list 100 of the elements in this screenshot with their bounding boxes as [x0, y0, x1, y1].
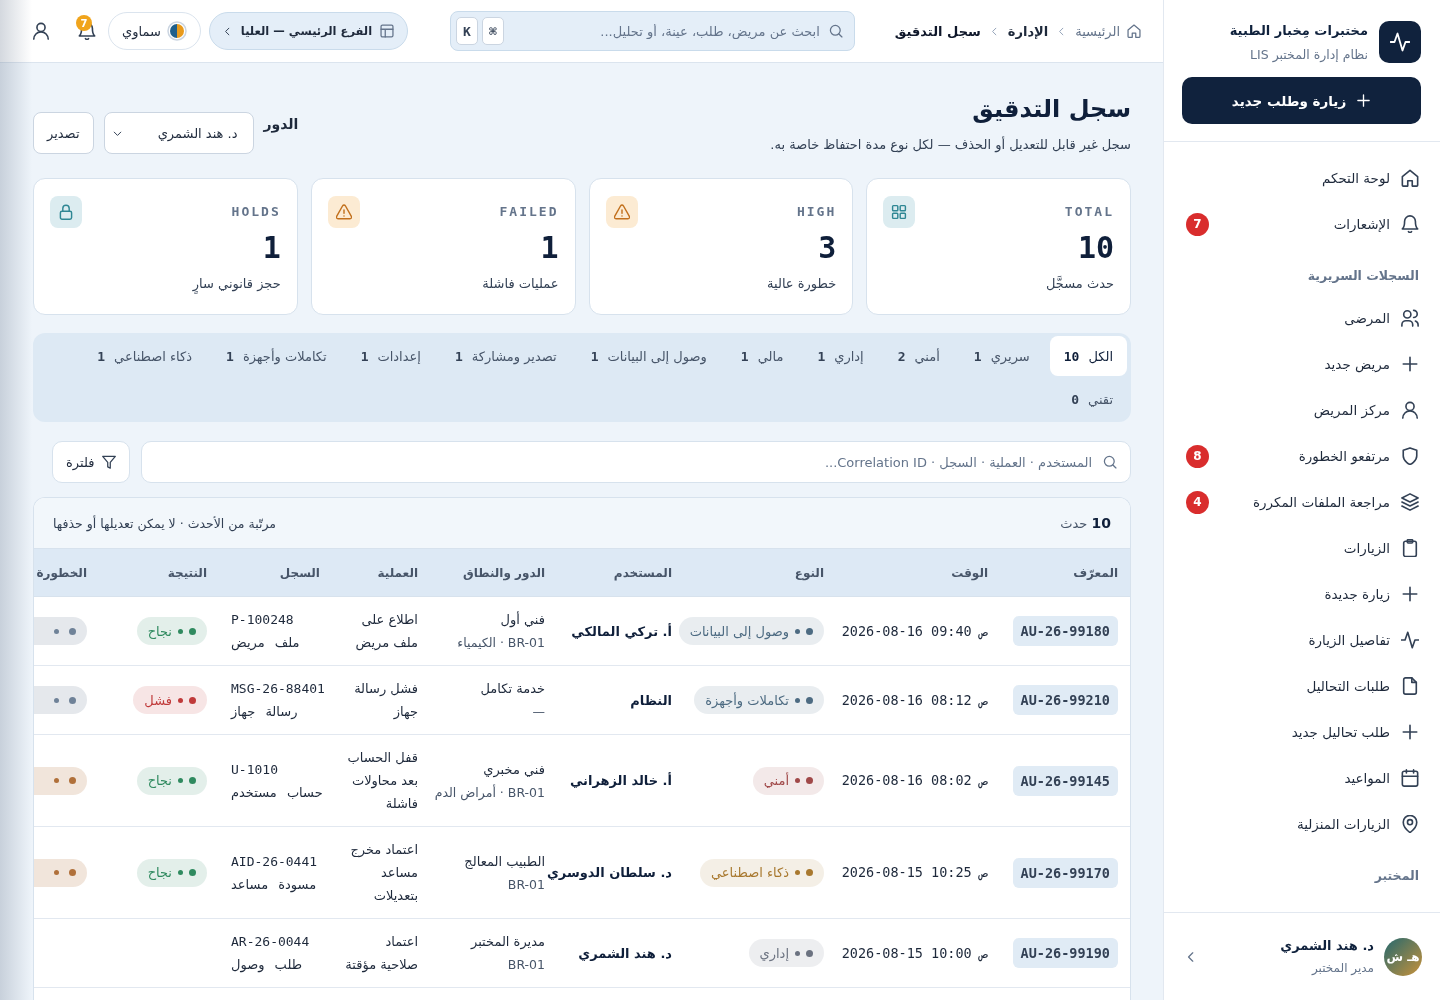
- event-id: AU-26-99180: [1012, 616, 1118, 646]
- event-time: 2026-08-15 10:25 ص: [841, 863, 988, 883]
- pulse-logo-icon: [1379, 21, 1421, 63]
- column-header: النوع: [794, 565, 824, 580]
- bullet-icon: [178, 628, 183, 634]
- section-heading: المختبر: [1374, 868, 1419, 883]
- result-label: فشل: [144, 691, 172, 710]
- event-time: 2026-08-16 08:12 ص: [841, 690, 988, 711]
- result-label: نجاح: [147, 772, 172, 790]
- nav-item[interactable]: الزيارات: [1164, 525, 1440, 571]
- role-label: الدور: [263, 116, 299, 132]
- nav-item[interactable]: طلب تحاليل جديد: [1164, 709, 1440, 755]
- shortcut-key: K: [455, 17, 478, 45]
- map-pin-icon: [1401, 815, 1419, 833]
- users-icon: [1401, 309, 1419, 327]
- role-scope: BR-01 · الكيمياء: [457, 634, 545, 652]
- nav-item[interactable]: زيارة جديدة: [1164, 571, 1440, 617]
- stat-label: TOTAL: [1064, 204, 1114, 219]
- role-scope: BR-01: [507, 875, 545, 894]
- type-label: ذكاء اصطناعي: [711, 864, 789, 882]
- search-icon: [828, 24, 843, 38]
- nav-item[interactable]: تفاصيل الزيارة: [1164, 617, 1440, 663]
- nav-item[interactable]: طلبات التحاليل: [1164, 663, 1440, 709]
- table-icon: [380, 24, 395, 38]
- bullet-icon: [54, 628, 59, 634]
- role-scope: —: [532, 703, 545, 721]
- record-type: طلب وصول: [231, 956, 303, 975]
- theme-toggle[interactable]: سماوي: [108, 12, 201, 50]
- branch-selector[interactable]: الفرع الرئيسي — العليا: [208, 12, 409, 50]
- user-icon[interactable]: [32, 22, 50, 40]
- record-id: AR-26-0044: [231, 933, 310, 951]
- nav-item[interactable]: المواعيد: [1164, 755, 1440, 801]
- page-subtitle: سجل غير قابل للتعديل أو الحذف — لكل نوع مدة احتفاظ خاصة به.: [770, 137, 1131, 152]
- operation-text: اطلاع على ملف مريض: [354, 611, 418, 653]
- shortcut-key: ⌘: [481, 17, 504, 45]
- nav-item[interactable]: المرضى: [1164, 295, 1440, 341]
- breadcrumb-link[interactable]: الرئيسية: [1075, 23, 1141, 39]
- stat-caption: خطورة عالية: [766, 276, 837, 291]
- layers-icon: [1401, 493, 1419, 511]
- record-id: U-1010: [231, 760, 278, 779]
- user-icon: [1401, 401, 1419, 419]
- stat-label: HOLDS: [231, 204, 281, 219]
- lock-icon: [50, 196, 82, 228]
- bullet-icon: [795, 628, 800, 634]
- role-title: خدمة تكامل: [480, 680, 545, 698]
- bullet-icon: [795, 697, 800, 703]
- type-label: تكاملات وأجهزة: [705, 691, 789, 711]
- column-header: المعرّف: [1073, 565, 1118, 580]
- role-title: الطبيب المعالج: [464, 852, 545, 871]
- plus-icon: [1401, 585, 1419, 603]
- nav-item[interactable]: مريض جديد: [1164, 341, 1440, 387]
- user-name: د. هند الشمري: [578, 944, 672, 963]
- record-id: AID-26-0441: [231, 852, 318, 871]
- warning-icon: [327, 196, 360, 228]
- plus-icon: [1401, 723, 1419, 741]
- breadcrumb-current: سجل التدقيق: [894, 23, 981, 39]
- bullet-icon: [795, 870, 800, 875]
- column-header: السجل: [279, 565, 320, 580]
- record-type: رسالة جهاز: [231, 703, 298, 722]
- event-id: AU-26-99210: [1012, 685, 1118, 715]
- stat-label: HIGH: [796, 204, 837, 219]
- brand-subtitle: نظام إدارة المختبر LIS: [1249, 46, 1368, 62]
- operation-text: اعتماد مخرج مساعد بتعديلات: [349, 841, 418, 905]
- breadcrumb-link[interactable]: الإدارة: [1007, 23, 1049, 39]
- export-button[interactable]: تصدير: [33, 112, 94, 154]
- stat-value: 3: [817, 230, 837, 266]
- nav-item[interactable]: مركز المريض: [1164, 387, 1440, 433]
- column-header: الوقت: [951, 565, 988, 580]
- type-label: إداري: [759, 944, 789, 964]
- search-field[interactable]: المستخدم · العملية · السجل · Correlation ID...: [141, 441, 1131, 483]
- bell-icon: [1401, 215, 1419, 233]
- record-type: حساب مستخدم: [231, 783, 323, 802]
- column-header: الدور والنطاق: [463, 565, 545, 580]
- new-visit-button[interactable]: زيارة وطلب جديد: [1182, 77, 1421, 124]
- role-title: فني مخبري: [483, 760, 545, 780]
- role-scope: BR-01: [507, 956, 545, 974]
- file-icon: [1401, 677, 1419, 695]
- event-id: AU-26-99170: [1012, 857, 1118, 888]
- page-title: سجل التدقيق: [971, 94, 1131, 125]
- search-icon: [1103, 455, 1117, 469]
- filter-button[interactable]: فلترة: [52, 441, 131, 483]
- count-badge: 7: [76, 15, 92, 31]
- user-name: النظام: [630, 691, 672, 711]
- user-role: مدير المختبر: [1310, 961, 1374, 975]
- bullet-icon: [54, 697, 59, 703]
- event-id: AU-26-99145: [1012, 765, 1118, 796]
- nav-item[interactable]: لوحة التحكم: [1164, 155, 1440, 201]
- type-label: وصول إلى البيانات: [689, 622, 789, 642]
- plus-icon: [1356, 93, 1372, 108]
- event-time: 2026-08-16 08:02 ص: [841, 771, 988, 791]
- count-badge: 7: [1186, 212, 1209, 236]
- shield-icon: [1401, 447, 1419, 465]
- record-id: P-100248: [231, 611, 294, 629]
- result-label: نجاح: [147, 622, 172, 641]
- pulse-icon: [1401, 631, 1419, 649]
- brand-name: مختبرات مِخبار الطبية: [1229, 22, 1368, 38]
- column-header: المستخدم: [613, 565, 672, 580]
- bullet-icon: [795, 778, 800, 783]
- role-select[interactable]: د. هند الشمري: [103, 112, 254, 154]
- nav-item[interactable]: الزيارات المنزلية: [1164, 801, 1440, 847]
